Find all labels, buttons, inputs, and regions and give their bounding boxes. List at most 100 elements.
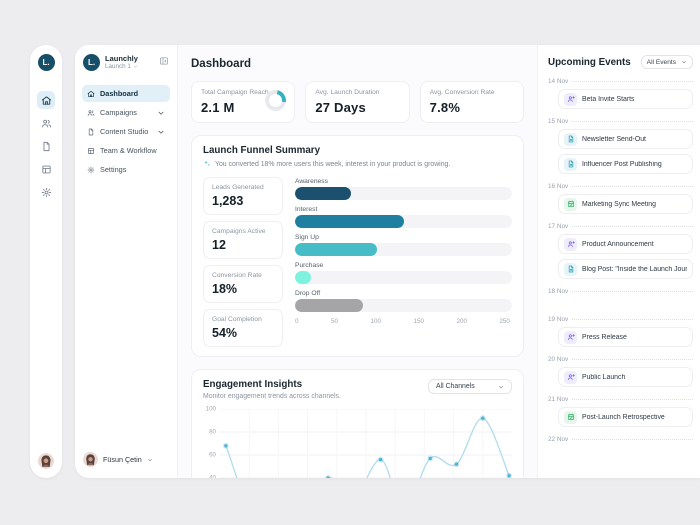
user-plus-icon bbox=[567, 373, 575, 381]
board-icon bbox=[41, 164, 52, 175]
event-item[interactable]: Marketing Sync Meeting bbox=[558, 194, 693, 214]
board-icon bbox=[87, 147, 95, 155]
engagement-line-plot bbox=[220, 409, 512, 478]
y-tick-label: 40 bbox=[209, 475, 216, 479]
funnel-metric-card: Goal Completion54% bbox=[203, 309, 283, 347]
bar-label: Purchase bbox=[295, 262, 512, 269]
event-date: 20 Nov bbox=[548, 356, 568, 363]
y-tick-label: 100 bbox=[206, 406, 216, 413]
event-item[interactable]: Influencer Post Publishing bbox=[558, 154, 693, 174]
sidebar-item-team-workflow[interactable]: Team & Workflow bbox=[82, 142, 170, 159]
event-group: 14 Nov Beta Invite Starts bbox=[548, 78, 693, 109]
metric-value: 1,283 bbox=[212, 194, 274, 208]
funnel-metrics: Leads Generated1,283Campaigns Active12Co… bbox=[203, 177, 283, 347]
event-label: Influencer Post Publishing bbox=[582, 161, 662, 168]
bar-track bbox=[295, 215, 512, 228]
rail-item-board[interactable] bbox=[37, 160, 55, 178]
event-icon-chip bbox=[564, 331, 577, 344]
event-item[interactable]: Public Launch bbox=[558, 367, 693, 387]
event-group: 19 NovPress Release bbox=[548, 316, 693, 347]
workspace-name[interactable]: Launch 1 bbox=[105, 63, 138, 70]
funnel-bar-row: Awareness bbox=[295, 178, 512, 200]
event-icon-chip bbox=[564, 411, 577, 424]
date-divider bbox=[572, 226, 693, 227]
rail-nav bbox=[37, 91, 55, 201]
funnel-bar-row: Purchase bbox=[295, 262, 512, 284]
channels-filter-dropdown[interactable]: All Channels bbox=[428, 379, 512, 394]
event-label: Blog Post: "Inside the Launch Journey" bbox=[582, 266, 687, 273]
stat-card: Avg. Launch Duration27 Days bbox=[305, 81, 409, 123]
event-group: 21 NovPost-Launch Retrospective bbox=[548, 396, 693, 427]
sidebar-item-label: Team & Workflow bbox=[100, 146, 157, 155]
avatar bbox=[83, 452, 98, 467]
bar-label: Interest bbox=[295, 206, 512, 213]
event-date: 18 Nov bbox=[548, 288, 568, 295]
event-date-row: 14 Nov bbox=[548, 78, 693, 85]
chevron-down-icon bbox=[157, 128, 165, 136]
event-group: 17 NovProduct AnnouncementBlog Post: "In… bbox=[548, 223, 693, 279]
engagement-y-axis: 100806040 bbox=[203, 409, 220, 478]
events-filter-dropdown[interactable]: All Events bbox=[641, 55, 693, 69]
event-group: 20 Nov Public Launch bbox=[548, 356, 693, 387]
event-item[interactable]: Product Announcement bbox=[558, 234, 693, 254]
document-icon bbox=[567, 265, 575, 273]
user-avatar[interactable] bbox=[38, 453, 54, 469]
engagement-title: Engagement Insights bbox=[203, 379, 341, 390]
x-tick-label: 250 bbox=[499, 318, 510, 325]
event-date: 14 Nov bbox=[548, 78, 568, 85]
metric-label: Goal Completion bbox=[212, 316, 274, 323]
event-label: Post-Launch Retrospective bbox=[582, 414, 665, 421]
event-label: Press Release bbox=[582, 334, 627, 341]
rail-item-file[interactable] bbox=[37, 137, 55, 155]
event-date-row: 16 Nov bbox=[548, 183, 693, 190]
bar-fill bbox=[295, 187, 351, 200]
gear-icon bbox=[87, 166, 95, 174]
rail-item-home[interactable] bbox=[37, 91, 55, 109]
bar-fill bbox=[295, 215, 404, 228]
event-label: Beta Invite Starts bbox=[582, 96, 634, 103]
event-item[interactable]: Press Release bbox=[558, 327, 693, 347]
date-divider bbox=[572, 359, 693, 360]
x-tick-label: 200 bbox=[456, 318, 467, 325]
event-item[interactable]: Post-Launch Retrospective bbox=[558, 407, 693, 427]
date-divider bbox=[572, 399, 693, 400]
user-menu[interactable]: Füsun Çetin bbox=[82, 450, 170, 469]
event-date-row: 18 Nov bbox=[548, 288, 693, 295]
workspace-switcher[interactable]: L. Launchly Launch 1 bbox=[82, 54, 170, 71]
sidebar-item-dashboard[interactable]: Dashboard bbox=[82, 85, 170, 102]
app-name: Launchly bbox=[105, 54, 138, 63]
chevron-down-icon bbox=[498, 384, 504, 390]
home-icon bbox=[41, 95, 52, 106]
stat-label: Avg. Conversion Rate bbox=[430, 89, 514, 96]
engagement-chart: 100806040 bbox=[203, 409, 512, 478]
stat-label: Avg. Launch Duration bbox=[315, 89, 399, 96]
file-icon bbox=[41, 141, 52, 152]
funnel-metric-card: Campaigns Active12 bbox=[203, 221, 283, 259]
calendar-icon bbox=[567, 413, 575, 421]
metric-value: 18% bbox=[212, 282, 274, 296]
date-divider bbox=[572, 81, 693, 82]
collapse-sidebar-icon[interactable] bbox=[159, 56, 169, 66]
x-tick-label: 150 bbox=[413, 318, 424, 325]
user-plus-icon bbox=[567, 95, 575, 103]
users-icon bbox=[41, 118, 52, 129]
sidebar-item-label: Content Studio bbox=[100, 127, 148, 136]
event-label: Newsletter Send-Out bbox=[582, 136, 646, 143]
app-logo: L. bbox=[83, 54, 100, 71]
funnel-chart: AwarenessInterestSign UpPurchaseDrop Off… bbox=[295, 177, 512, 347]
sidebar-item-campaigns[interactable]: Campaigns bbox=[82, 104, 170, 121]
rail-item-users[interactable] bbox=[37, 114, 55, 132]
event-item[interactable]: Beta Invite Starts bbox=[558, 89, 693, 109]
event-item[interactable]: Newsletter Send-Out bbox=[558, 129, 693, 149]
event-item[interactable]: Blog Post: "Inside the Launch Journey" bbox=[558, 259, 693, 279]
event-icon-chip bbox=[564, 238, 577, 251]
event-icon-chip bbox=[564, 371, 577, 384]
funnel-x-axis: 050100150200250 bbox=[295, 318, 512, 325]
rail-item-gear[interactable] bbox=[37, 183, 55, 201]
sidebar-item-settings[interactable]: Settings bbox=[82, 161, 170, 178]
sidebar-nav: Dashboard Campaigns Content Studio Team & W… bbox=[82, 85, 170, 178]
bar-label: Sign Up bbox=[295, 234, 512, 241]
y-tick-label: 60 bbox=[209, 452, 216, 459]
sidebar-item-content-studio[interactable]: Content Studio bbox=[82, 123, 170, 140]
events-list: 14 NovBeta Invite Starts15 NovNewsletter… bbox=[548, 78, 693, 443]
